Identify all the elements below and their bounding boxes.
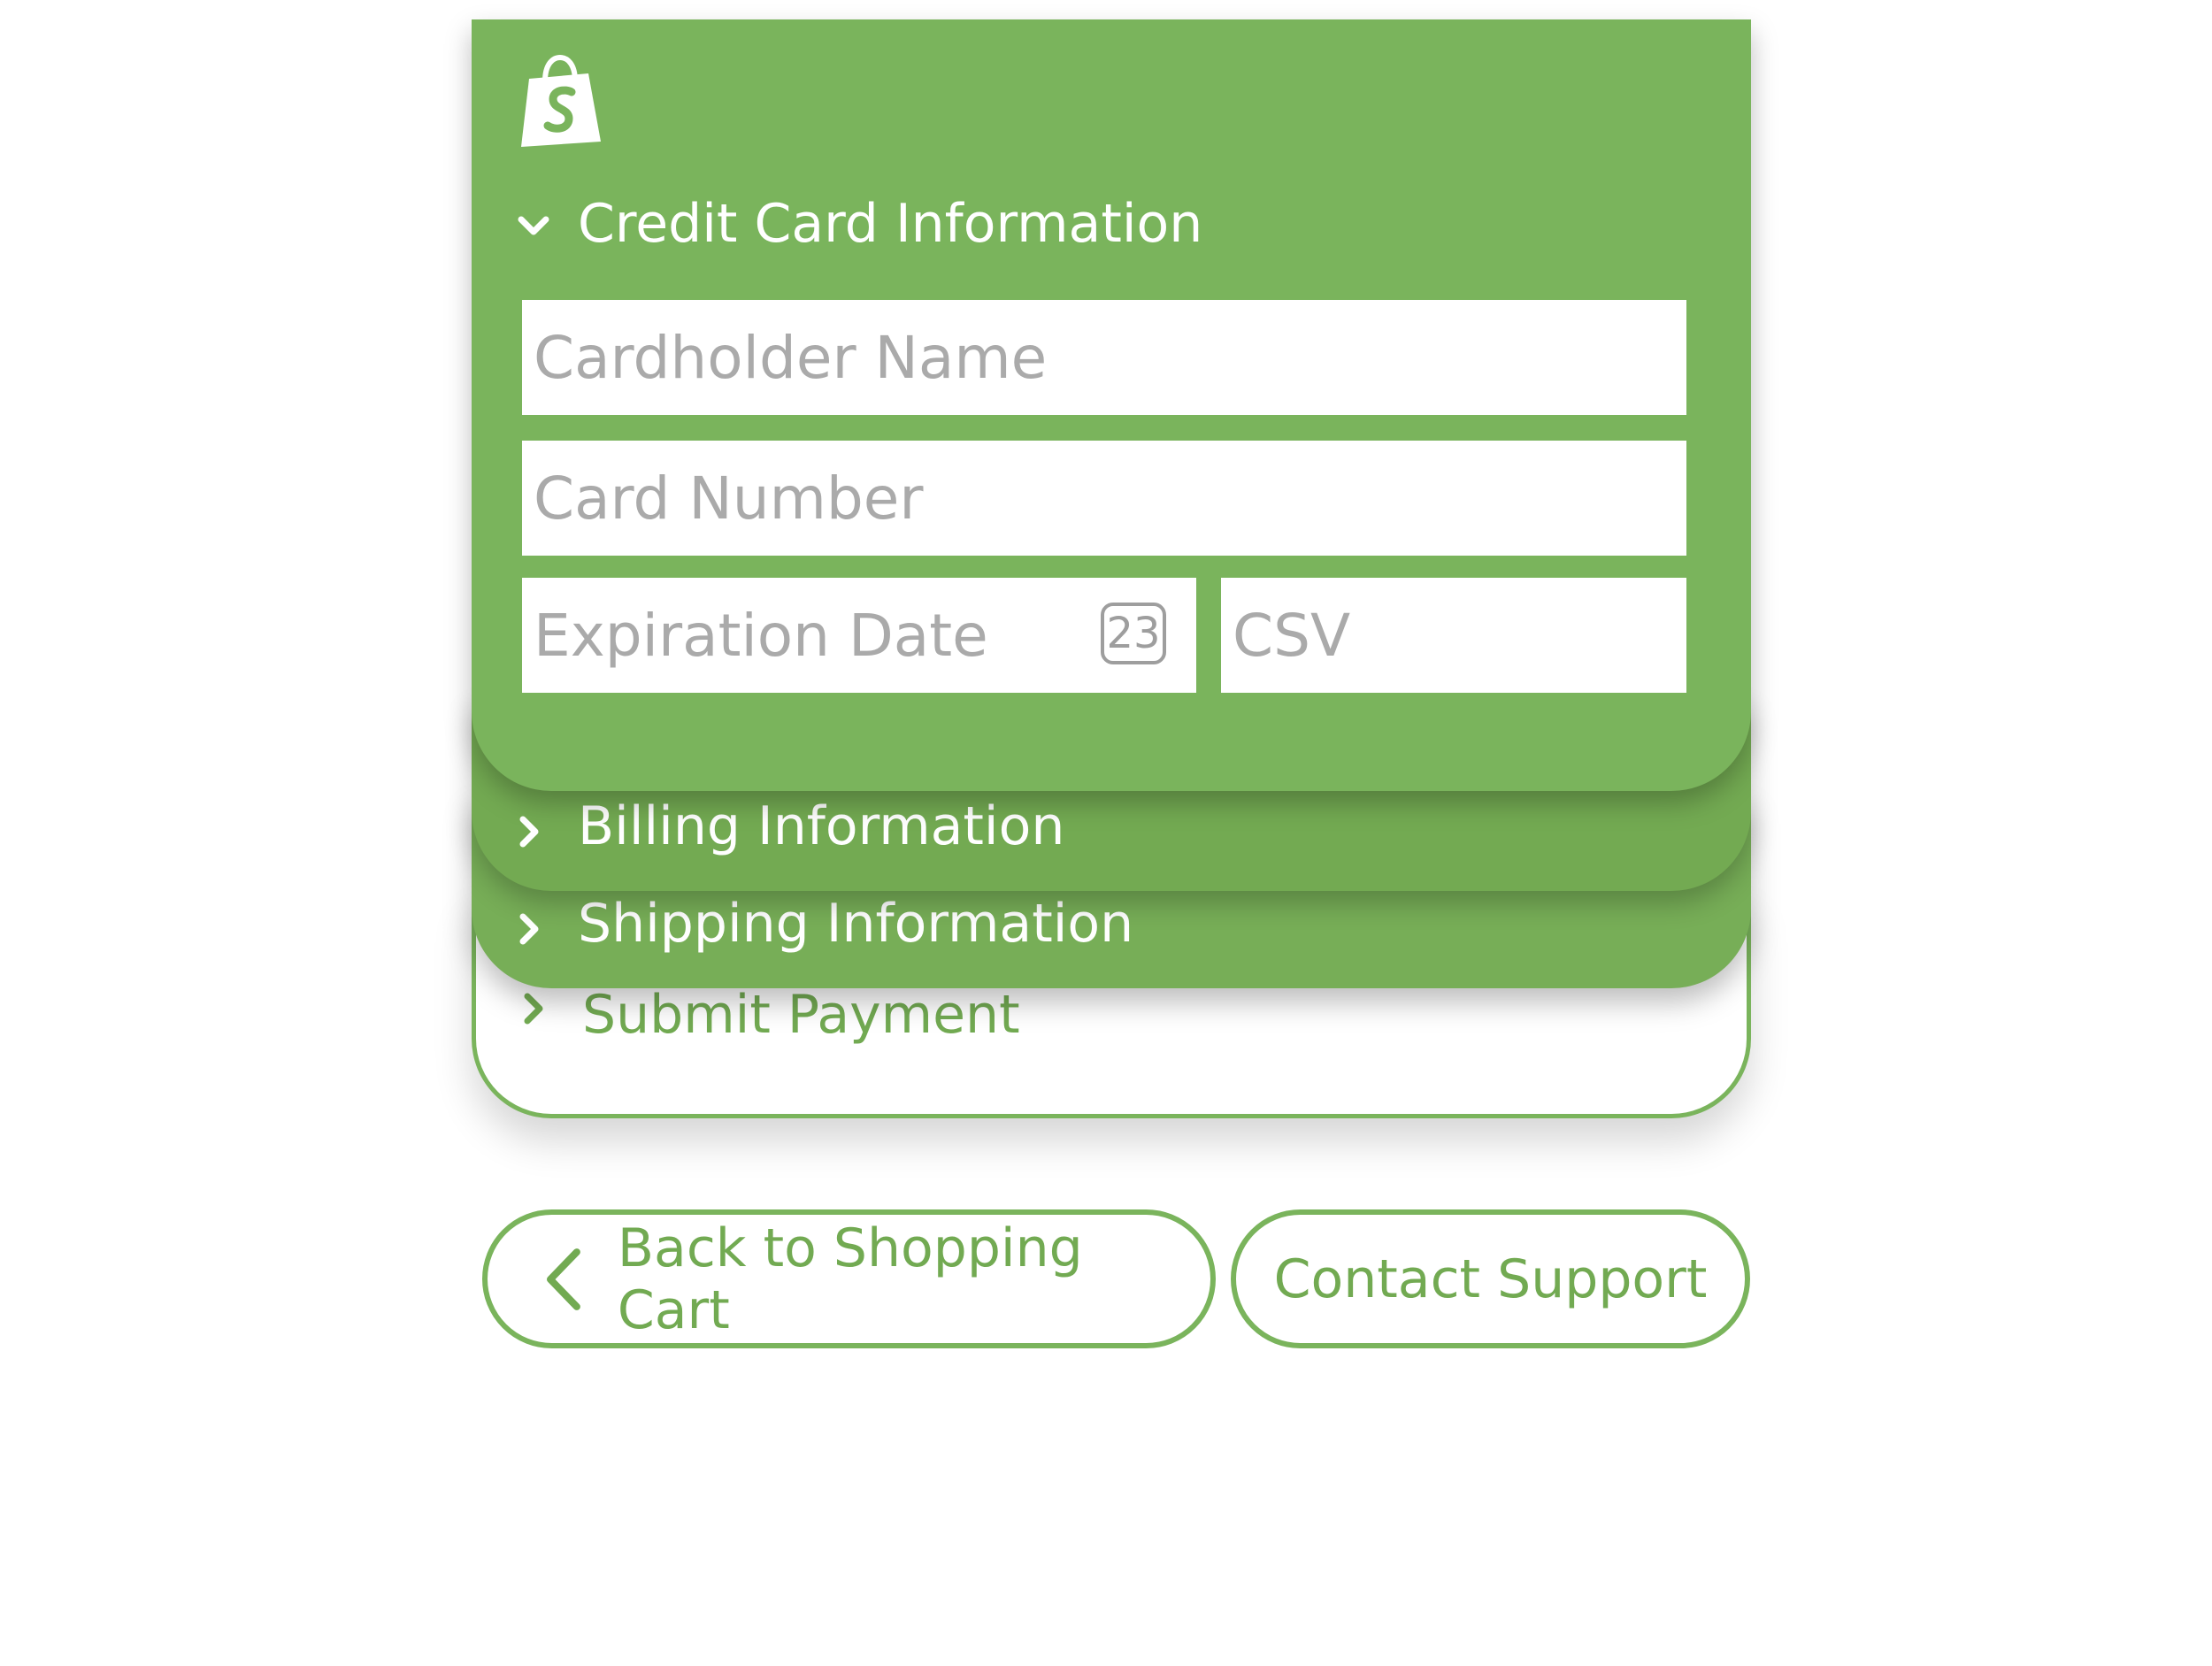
chevron-down-icon[interactable] <box>516 212 551 239</box>
chevron-right-icon <box>519 816 539 848</box>
billing-information-label: Billing Information <box>578 795 1065 857</box>
contact-support-label: Contact Support <box>1273 1248 1708 1310</box>
csv-field[interactable] <box>1221 578 1686 693</box>
back-to-cart-label: Back to Shopping Cart <box>617 1217 1083 1341</box>
contact-support-button[interactable]: Contact Support <box>1231 1209 1750 1348</box>
calendar-icon[interactable]: 23 <box>1101 603 1166 664</box>
back-to-cart-button[interactable]: Back to Shopping Cart <box>482 1209 1216 1348</box>
calendar-day-label: 23 <box>1106 609 1161 658</box>
expiration-date-field[interactable]: 23 <box>522 578 1196 693</box>
shipping-information-label: Shipping Information <box>578 893 1134 955</box>
expiration-date-input[interactable] <box>522 578 1196 693</box>
chevron-left-icon <box>546 1248 580 1310</box>
chevron-right-icon <box>519 913 539 945</box>
credit-card-title[interactable]: Credit Card Information <box>578 193 1202 255</box>
card-number-input[interactable] <box>522 441 1686 556</box>
csv-input[interactable] <box>1221 578 1686 693</box>
shopify-bag-icon <box>521 55 601 147</box>
cardholder-name-field[interactable] <box>522 300 1686 415</box>
submit-payment-label: Submit Payment <box>582 984 1020 1046</box>
credit-card-section: Credit Card Information 23 <box>472 19 1751 791</box>
chevron-right-icon <box>524 993 543 1025</box>
card-number-field[interactable] <box>522 441 1686 556</box>
cardholder-name-input[interactable] <box>522 300 1686 415</box>
